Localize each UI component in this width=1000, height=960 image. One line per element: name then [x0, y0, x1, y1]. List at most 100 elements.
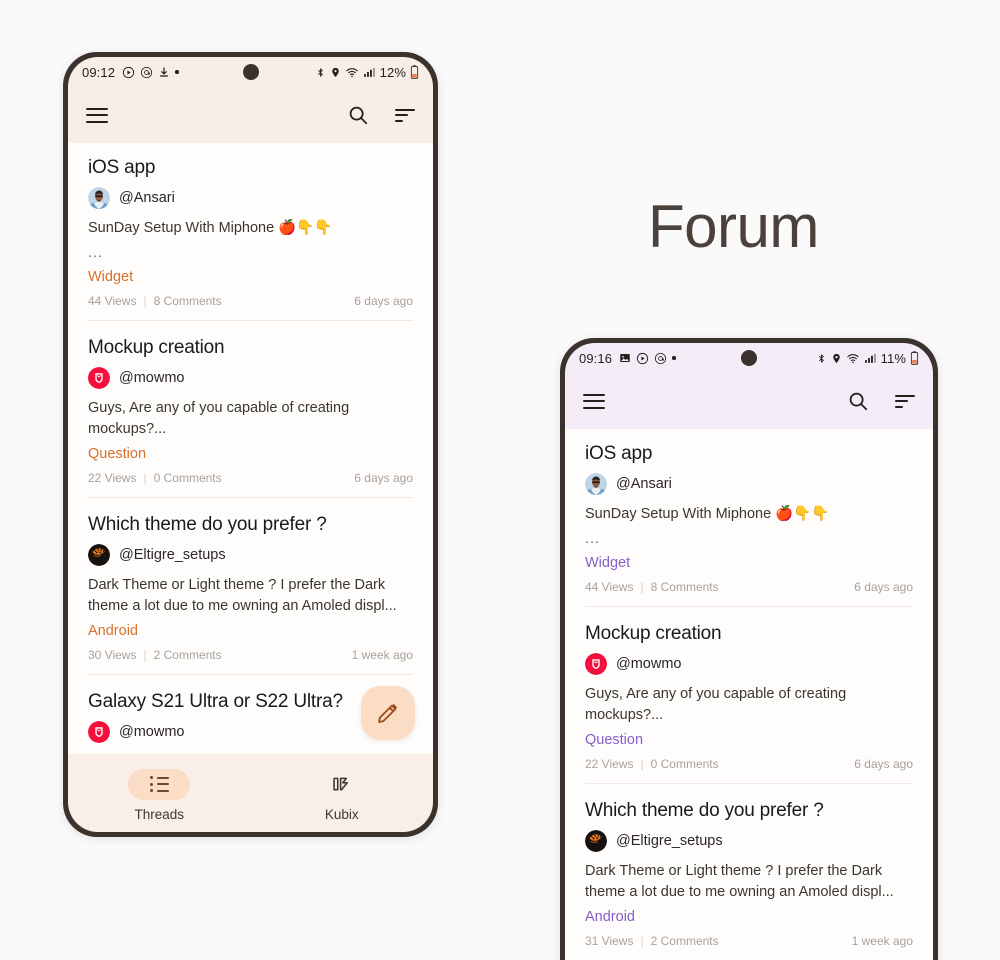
- sort-filter-icon[interactable]: [395, 108, 415, 122]
- post-timestamp: 6 days ago: [354, 471, 413, 485]
- play-circle-icon: [636, 352, 649, 365]
- location-pin-icon: [831, 352, 842, 365]
- app-bar-right: [565, 373, 933, 429]
- battery-icon: [410, 65, 419, 79]
- search-icon[interactable]: [847, 390, 869, 412]
- post-author-row[interactable]: @Ansari: [585, 473, 913, 495]
- post-timestamp: 1 week ago: [351, 648, 413, 662]
- nav-item-threads[interactable]: Threads: [68, 768, 251, 822]
- camera-punch-hole: [741, 350, 757, 366]
- hamburger-menu-icon[interactable]: [86, 107, 108, 123]
- post-meta-row: 31 Views | 2 Comments 1 week ago: [585, 934, 913, 960]
- battery-percent: 12%: [379, 64, 406, 80]
- post-title: Mockup creation: [88, 337, 225, 358]
- post-comments-count: 0 Comments: [153, 471, 222, 485]
- status-bar-right-group: 11%: [816, 351, 919, 366]
- compose-fab-button[interactable]: [361, 686, 415, 740]
- bluetooth-icon: [816, 352, 827, 365]
- play-circle-icon: [122, 66, 135, 79]
- post-meta-row: 22 Views | 0 Comments 6 days ago: [88, 471, 413, 497]
- status-time: 09:12: [82, 64, 116, 80]
- post-item[interactable]: Mockup creation @mowmo Guys, Are any of yo…: [565, 609, 933, 783]
- post-body: SunDay Setup With Miphone 🍎👇👇: [88, 220, 333, 236]
- post-divider: [88, 497, 413, 498]
- post-divider: [88, 674, 413, 675]
- search-icon[interactable]: [347, 104, 369, 126]
- post-author-row[interactable]: @Eltigre_setups: [585, 830, 913, 852]
- at-sign-icon: [654, 352, 667, 365]
- post-timestamp: 6 days ago: [854, 757, 913, 771]
- post-author-name: @Eltigre_setups: [616, 833, 723, 849]
- edit-pencil-icon: [378, 703, 398, 723]
- post-views-count: 44 Views: [585, 580, 634, 594]
- avatar-logo-mowmo: [88, 367, 110, 389]
- avatar-photo-ansari: [585, 473, 607, 495]
- post-author-name: @Eltigre_setups: [119, 547, 226, 563]
- post-item[interactable]: iOS app @Ansari SunDay Setup With Miphone …: [68, 143, 433, 320]
- phone-mockup-left: 09:12 12% iOS app @Ansari SunDay Setup W…: [63, 52, 438, 837]
- post-feed-right[interactable]: iOS app @Ansari SunDay Setup With Miphone …: [565, 429, 933, 960]
- post-category-tag[interactable]: Widget: [585, 555, 913, 571]
- meta-separator: |: [640, 757, 644, 771]
- sort-filter-icon[interactable]: [895, 394, 915, 408]
- post-feed-left[interactable]: iOS app @Ansari SunDay Setup With Miphone …: [68, 143, 433, 754]
- post-author-name: @mowmo: [616, 656, 682, 672]
- status-bar-left-group: 09:12: [82, 65, 179, 80]
- post-item[interactable]: Which theme do you prefer ? @Eltigre_setu…: [68, 500, 433, 674]
- post-body: SunDay Setup With Miphone 🍎👇👇: [585, 506, 830, 522]
- location-pin-icon: [330, 66, 341, 79]
- phone-screen-right: 09:16 11% iOS app @Ansari SunDay Setup W…: [565, 343, 933, 960]
- page-title: Forum: [648, 193, 819, 260]
- post-title: iOS app: [585, 443, 653, 464]
- post-views-count: 31 Views: [585, 934, 634, 948]
- post-category-tag[interactable]: Android: [585, 909, 913, 925]
- dot-icon: [672, 356, 676, 360]
- post-comments-count: 0 Comments: [650, 757, 719, 771]
- post-category-tag[interactable]: Question: [585, 732, 913, 748]
- post-category-tag[interactable]: Question: [88, 446, 413, 462]
- post-category-tag[interactable]: Android: [88, 623, 413, 639]
- post-author-row[interactable]: @Ansari: [88, 187, 413, 209]
- post-comments-count: 8 Comments: [650, 580, 719, 594]
- post-author-name: @mowmo: [119, 724, 185, 740]
- meta-separator: |: [143, 471, 147, 485]
- avatar-tiger-eltigre: [585, 830, 607, 852]
- status-bar-right-group: 12%: [315, 65, 419, 80]
- post-views-count: 22 Views: [88, 471, 137, 485]
- post-meta-row: 44 Views | 8 Comments 6 days ago: [585, 580, 913, 606]
- nav-item-kubix[interactable]: Kubix: [251, 769, 434, 822]
- meta-separator: |: [640, 934, 644, 948]
- post-title: iOS app: [88, 157, 156, 178]
- post-views-count: 30 Views: [88, 648, 137, 662]
- post-body: Guys, Are any of you capable of creating…: [585, 686, 847, 723]
- post-divider: [585, 606, 913, 607]
- avatar-photo-ansari: [88, 187, 110, 209]
- bottom-navigation: Threads Kubix: [68, 754, 433, 832]
- post-author-name: @Ansari: [119, 190, 175, 206]
- post-timestamp: 6 days ago: [354, 294, 413, 308]
- post-item[interactable]: iOS app @Ansari SunDay Setup With Miphone …: [565, 429, 933, 606]
- hamburger-menu-icon[interactable]: [583, 393, 605, 409]
- signal-bars-icon: [363, 66, 376, 79]
- post-truncation-ellipsis: ...: [585, 531, 601, 547]
- kubix-logo-icon: [333, 777, 349, 791]
- post-body: Dark Theme or Light theme ? I prefer the…: [88, 577, 397, 614]
- post-author-row[interactable]: @Eltigre_setups: [88, 544, 413, 566]
- post-meta-row: 30 Views | 2 Comments 1 week ago: [88, 648, 413, 674]
- post-item[interactable]: Mockup creation @mowmo Guys, Are any of yo…: [68, 323, 433, 497]
- post-item[interactable]: Which theme do you prefer ? @Eltigre_setu…: [565, 786, 933, 960]
- post-author-row[interactable]: @mowmo: [585, 653, 913, 675]
- nav-label-kubix: Kubix: [324, 806, 359, 822]
- nav-pill-kubix: [311, 769, 373, 800]
- post-category-tag[interactable]: Widget: [88, 269, 413, 285]
- post-comments-count: 2 Comments: [153, 648, 222, 662]
- list-icon: [149, 776, 169, 792]
- post-author-row[interactable]: @mowmo: [88, 367, 413, 389]
- post-meta-row: 44 Views | 8 Comments 6 days ago: [88, 294, 413, 320]
- meta-separator: |: [143, 648, 147, 662]
- meta-separator: |: [143, 294, 147, 308]
- post-truncation-ellipsis: ...: [88, 245, 104, 261]
- battery-icon: [910, 351, 919, 365]
- wifi-icon: [345, 66, 359, 79]
- phone-screen-left: 09:12 12% iOS app @Ansari SunDay Setup W…: [68, 57, 433, 832]
